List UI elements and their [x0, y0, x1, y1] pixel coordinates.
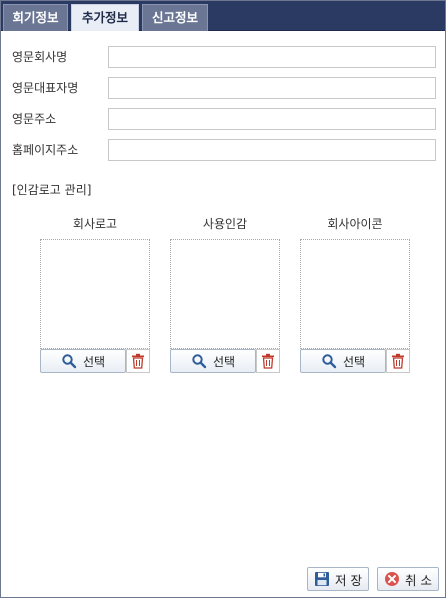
- company-seal-preview[interactable]: [170, 239, 280, 349]
- tab-additional-info[interactable]: 추가정보: [71, 4, 139, 31]
- english-address-label: 영문주소: [12, 112, 57, 126]
- company-icon-delete-button[interactable]: [386, 349, 410, 373]
- company-icon-select-label: 선택: [342, 354, 366, 369]
- english-ceo-name-label: 영문대표자명: [12, 81, 79, 95]
- company-logo-delete-button[interactable]: [126, 349, 150, 373]
- homepage-address-input[interactable]: [108, 139, 436, 161]
- trash-icon: [391, 353, 405, 369]
- company-seal-select-label: 선택: [212, 354, 236, 369]
- cancel-label: 취 소: [405, 572, 432, 588]
- company-logo-select-button[interactable]: 선택: [40, 349, 126, 373]
- company-logo-select-label: 선택: [82, 354, 106, 369]
- company-icon-select-button[interactable]: 선택: [300, 349, 386, 373]
- search-icon: [191, 353, 207, 369]
- cancel-icon: [384, 571, 400, 587]
- english-address-input[interactable]: [108, 108, 436, 130]
- company-seal-select-button[interactable]: 선택: [170, 349, 256, 373]
- save-button[interactable]: 저 장: [307, 567, 369, 591]
- english-company-name-input[interactable]: [108, 46, 436, 68]
- search-icon: [321, 353, 337, 369]
- company-logo-preview[interactable]: [40, 239, 150, 349]
- company-icon-caption: 회사아이콘: [327, 217, 383, 231]
- trash-icon: [131, 353, 145, 369]
- window-frame: 회기정보 추가정보 신고정보 영문회사명 영문대표자명 영문주소 홈페이지주소 …: [0, 0, 446, 598]
- company-icon-preview[interactable]: [300, 239, 410, 349]
- floppy-disk-icon: [314, 571, 330, 587]
- homepage-address-label: 홈페이지주소: [12, 143, 79, 157]
- search-icon: [61, 353, 77, 369]
- company-seal-caption: 사용인감: [202, 217, 248, 231]
- company-seal-delete-button[interactable]: [256, 349, 280, 373]
- tab-company-period[interactable]: 회기정보: [3, 4, 68, 31]
- tab-bar: 회기정보 추가정보 신고정보: [1, 1, 445, 31]
- save-label: 저 장: [335, 572, 362, 588]
- english-ceo-name-input[interactable]: [108, 77, 436, 99]
- english-company-name-label: 영문회사명: [12, 50, 68, 64]
- cancel-button[interactable]: 취 소: [377, 567, 439, 591]
- trash-icon: [261, 353, 275, 369]
- company-logo-caption: 회사로고: [72, 217, 118, 231]
- tab-report-info[interactable]: 신고정보: [142, 4, 208, 31]
- seal-logo-section-title: [인감로고 관리]: [12, 183, 92, 197]
